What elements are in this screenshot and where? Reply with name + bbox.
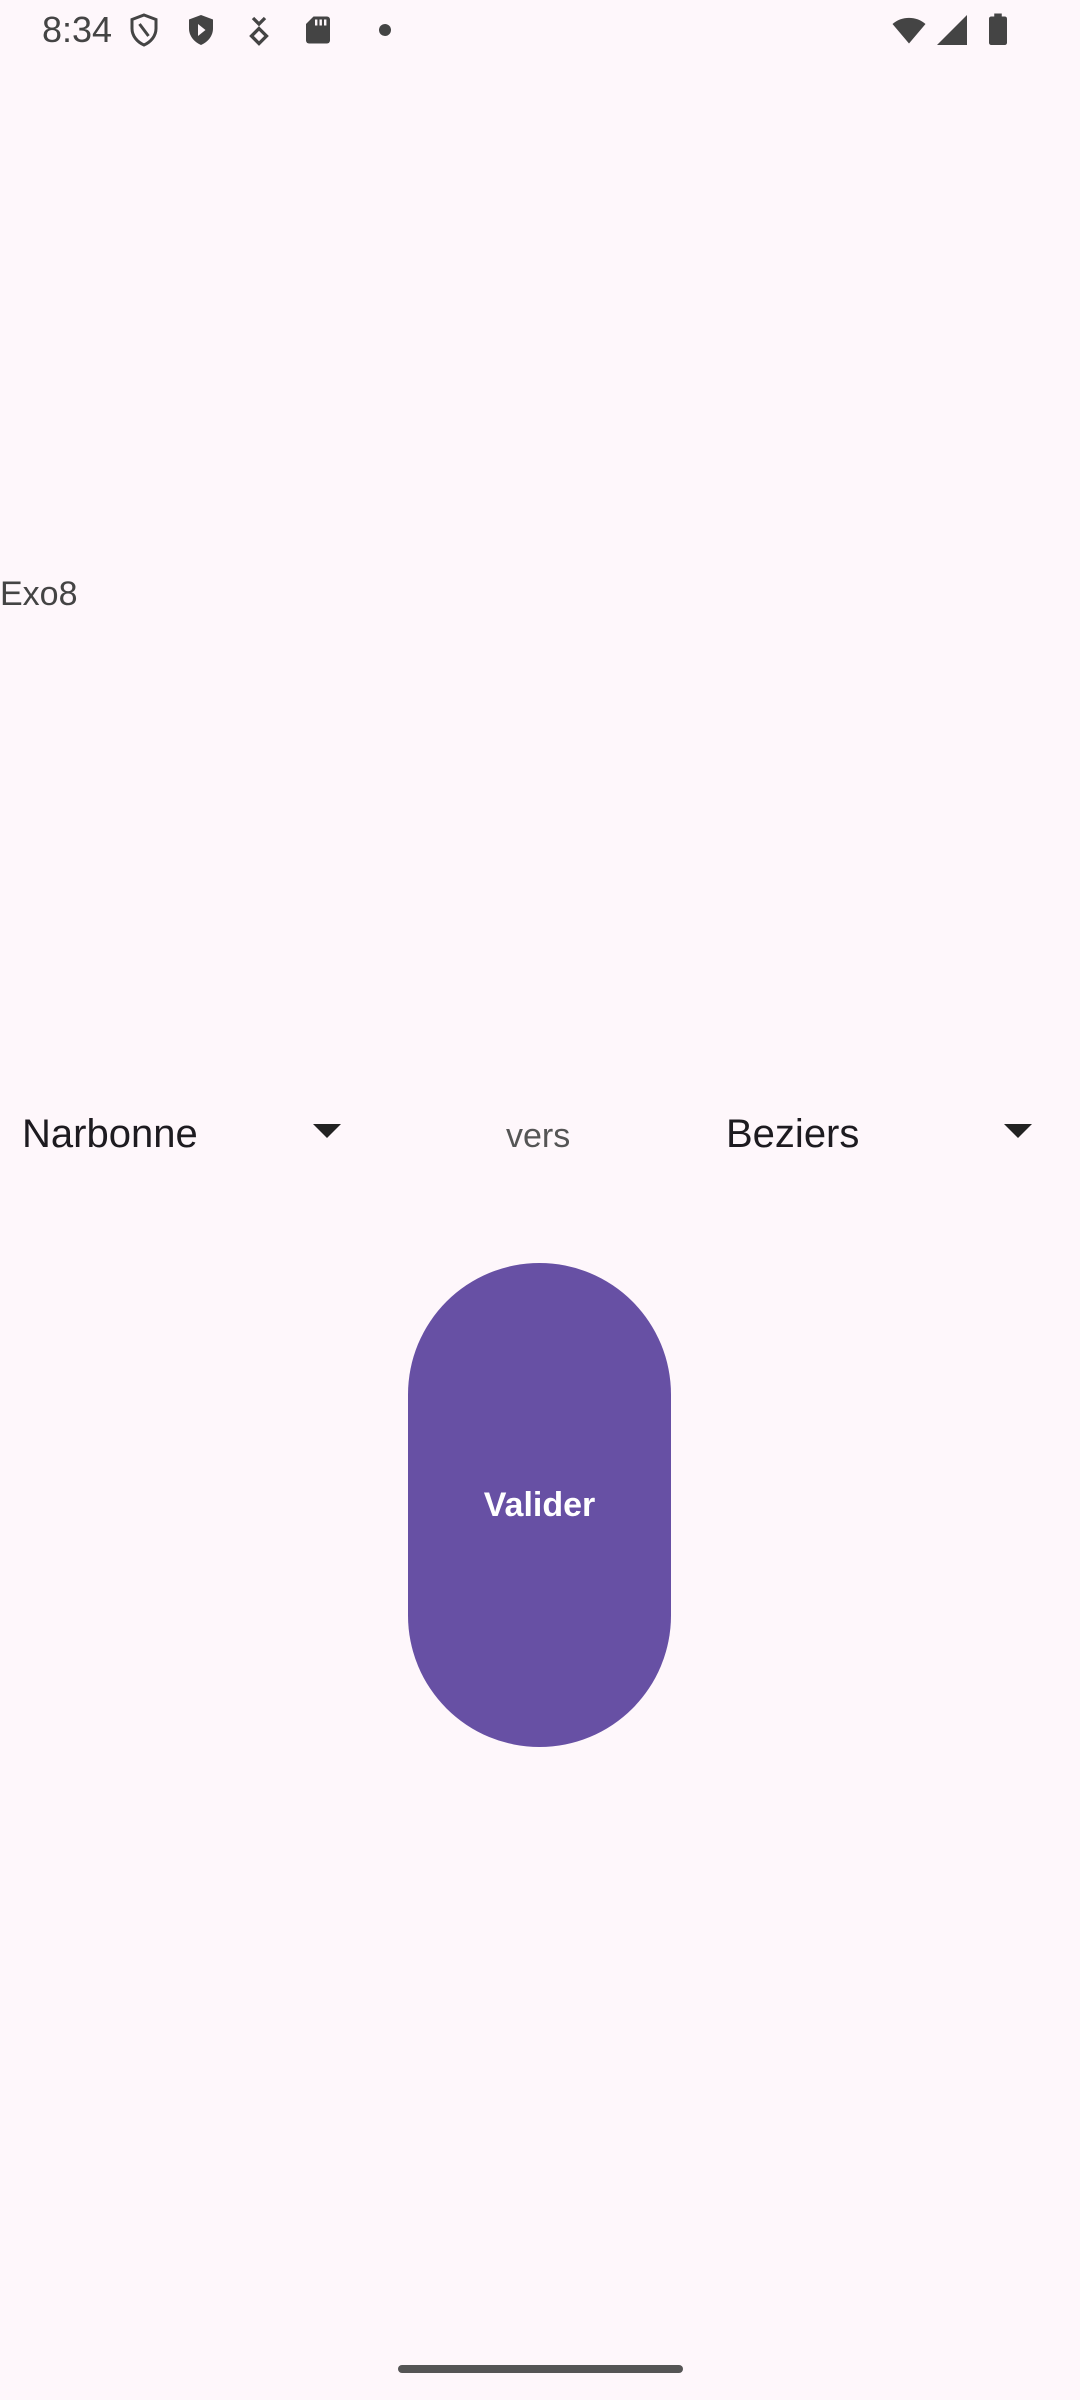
- shield-outline-icon: [130, 13, 158, 47]
- play-protect-icon: [189, 15, 213, 45]
- sd-card-icon: [306, 16, 330, 44]
- destination-spinner[interactable]: Beziers: [726, 1100, 1036, 1168]
- status-bar: 8:34: [0, 0, 1080, 64]
- cellular-signal-icon: [937, 15, 967, 45]
- dot-icon: [379, 24, 391, 36]
- departure-spinner-value: Narbonne: [22, 1112, 198, 1156]
- wifi-icon: [892, 17, 926, 44]
- home-indicator[interactable]: [398, 2365, 683, 2373]
- chevron-down-icon: [313, 1124, 341, 1138]
- validate-button[interactable]: Valider: [408, 1263, 671, 1747]
- vers-label: vers: [506, 1117, 571, 1155]
- download-icon: [249, 16, 269, 46]
- app-title: Exo8: [0, 575, 78, 613]
- status-time: 8:34: [42, 9, 113, 50]
- departure-spinner[interactable]: Narbonne: [22, 1100, 342, 1168]
- destination-spinner-value: Beziers: [726, 1112, 860, 1156]
- battery-icon: [989, 13, 1007, 45]
- chevron-down-icon: [1004, 1124, 1032, 1138]
